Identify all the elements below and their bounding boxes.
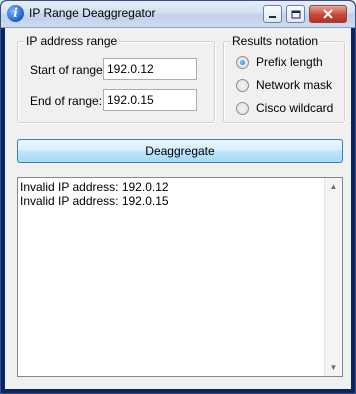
client-area: IP address range Start of range: End of …	[5, 28, 351, 389]
radio-button[interactable]	[236, 78, 249, 92]
start-of-range-input[interactable]	[103, 58, 197, 80]
start-of-range-label: Start of range:	[30, 63, 107, 77]
radio-label-cisco-wildcard: Cisco wildcard	[256, 101, 334, 115]
end-of-range-input[interactable]	[103, 89, 197, 111]
maximize-icon	[291, 10, 300, 18]
results-output[interactable]: Invalid IP address: 192.0.12 Invalid IP …	[17, 177, 343, 377]
ip-range-legend: IP address range	[24, 34, 120, 48]
minimize-button[interactable]	[263, 5, 282, 23]
result-line: Invalid IP address: 192.0.12	[20, 180, 169, 194]
result-line: Invalid IP address: 192.0.15	[20, 194, 169, 208]
minimize-icon	[269, 15, 276, 18]
deaggregate-button[interactable]: Deaggregate	[17, 139, 343, 163]
close-icon	[323, 9, 333, 19]
radio-label-prefix-length: Prefix length	[256, 55, 323, 69]
radio-label-network-mask: Network mask	[256, 78, 333, 92]
results-lines: Invalid IP address: 192.0.12 Invalid IP …	[20, 180, 322, 208]
app-window: i IP Range Deaggregator IP address range…	[0, 0, 356, 394]
radio-cisco-wildcard[interactable]: Cisco wildcard	[236, 101, 333, 115]
maximize-button[interactable]	[286, 5, 305, 23]
close-button[interactable]	[309, 5, 347, 23]
radio-button-checked[interactable]	[236, 55, 249, 69]
results-notation-group: Results notation Prefix length Network m…	[223, 34, 345, 123]
title-bar[interactable]: i IP Range Deaggregator	[1, 1, 355, 28]
ip-range-group: IP address range Start of range: End of …	[17, 34, 215, 123]
scroll-up-arrow-icon[interactable]: ▲	[325, 178, 342, 195]
info-icon: i	[7, 5, 24, 22]
window-title: IP Range Deaggregator	[29, 6, 156, 20]
radio-button[interactable]	[236, 101, 249, 115]
vertical-scrollbar[interactable]: ▲ ▼	[324, 178, 342, 376]
scroll-down-arrow-icon[interactable]: ▼	[325, 359, 342, 376]
results-notation-legend: Results notation	[230, 34, 321, 48]
radio-prefix-length[interactable]: Prefix length	[236, 55, 323, 69]
end-of-range-label: End of range:	[30, 94, 103, 108]
radio-network-mask[interactable]: Network mask	[236, 78, 332, 92]
